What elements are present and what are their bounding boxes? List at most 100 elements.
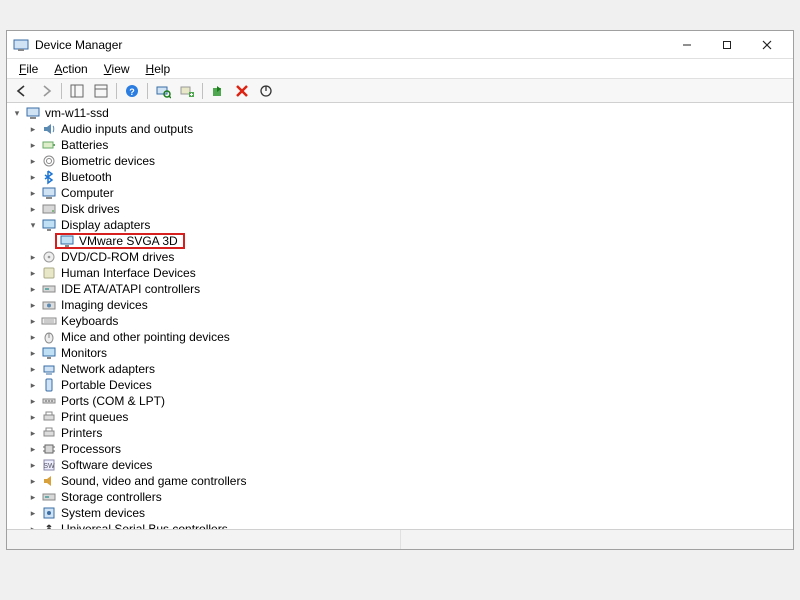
tree-category-node[interactable]: ▸ Computer xyxy=(9,185,793,201)
tree-category-node[interactable]: ▸ Print queues xyxy=(9,409,793,425)
tree-node-label: Audio inputs and outputs xyxy=(60,122,194,136)
tree-category-node[interactable]: ▸Portable Devices xyxy=(9,377,793,393)
chevron-down-icon[interactable]: ▾ xyxy=(27,219,39,231)
back-button[interactable] xyxy=(11,81,33,101)
tree-node-label: Storage controllers xyxy=(60,490,163,504)
display-adapter-icon xyxy=(59,233,75,249)
tree-category-node[interactable]: ▸Monitors xyxy=(9,345,793,361)
tree-category-node[interactable]: ▸ System devices xyxy=(9,505,793,521)
chevron-right-icon[interactable]: ▸ xyxy=(27,187,39,199)
chevron-right-icon[interactable]: ▸ xyxy=(27,331,39,343)
tree-node-label: Network adapters xyxy=(60,362,156,376)
chevron-right-icon[interactable]: ▸ xyxy=(27,299,39,311)
chevron-down-icon[interactable]: ▾ xyxy=(11,107,23,119)
menu-view[interactable]: View xyxy=(96,61,138,77)
tree-node-label: Software devices xyxy=(60,458,153,472)
tree-category-node[interactable]: ▸Disk drives xyxy=(9,201,793,217)
menu-file[interactable]: File xyxy=(11,61,46,77)
tree-node-label: Bluetooth xyxy=(60,170,113,184)
toolbar-separator xyxy=(202,83,203,99)
chevron-right-icon[interactable]: ▸ xyxy=(27,395,39,407)
window-controls xyxy=(667,31,787,59)
tree-category-node[interactable]: ▸Ports (COM & LPT) xyxy=(9,393,793,409)
device-tree[interactable]: ▾ vm-w11-ssd ▸ Audio inputs and outputs ▸ Bat… xyxy=(7,103,793,529)
show-hide-tree-button[interactable] xyxy=(66,81,88,101)
scan-hardware-button[interactable] xyxy=(152,81,174,101)
tree-node-label: Batteries xyxy=(60,138,109,152)
processor-icon xyxy=(41,441,57,457)
twisty-none xyxy=(43,235,55,247)
tree-category-node[interactable]: ▸ DVD/CD-ROM drives xyxy=(9,249,793,265)
chevron-right-icon[interactable]: ▸ xyxy=(27,203,39,215)
tree-node-label: DVD/CD-ROM drives xyxy=(60,250,175,264)
tree-node-label: IDE ATA/ATAPI controllers xyxy=(60,282,201,296)
tree-node-label: Printers xyxy=(60,426,103,440)
properties-button[interactable] xyxy=(90,81,112,101)
chevron-right-icon[interactable]: ▸ xyxy=(27,491,39,503)
close-button[interactable] xyxy=(747,31,787,59)
dvd-icon xyxy=(41,249,57,265)
tree-category-node[interactable]: ▸Universal Serial Bus controllers xyxy=(9,521,793,529)
chevron-right-icon[interactable]: ▸ xyxy=(27,283,39,295)
chevron-right-icon[interactable]: ▸ xyxy=(27,123,39,135)
minimize-button[interactable] xyxy=(667,31,707,59)
tree-node-label: Print queues xyxy=(60,410,129,424)
uninstall-device-button[interactable] xyxy=(231,81,253,101)
disable-device-button[interactable] xyxy=(255,81,277,101)
menu-help[interactable]: Help xyxy=(138,61,179,77)
tree-node-label: Keyboards xyxy=(60,314,119,328)
tree-device-node[interactable]: VMware SVGA 3D xyxy=(9,233,793,249)
tree-category-node[interactable]: ▸Processors xyxy=(9,441,793,457)
tree-category-node[interactable]: ▸SWSoftware devices xyxy=(9,457,793,473)
tree-node-label: vm-w11-ssd xyxy=(44,106,110,120)
chevron-right-icon[interactable]: ▸ xyxy=(27,507,39,519)
tree-category-node[interactable]: ▸ Biometric devices xyxy=(9,153,793,169)
tree-category-node[interactable]: ▸ Storage controllers xyxy=(9,489,793,505)
maximize-button[interactable] xyxy=(707,31,747,59)
device-manager-window: Device Manager File Action View Help xyxy=(6,30,794,550)
chevron-right-icon[interactable]: ▸ xyxy=(27,459,39,471)
titlebar: Device Manager xyxy=(7,31,793,59)
chevron-right-icon[interactable]: ▸ xyxy=(27,171,39,183)
tree-category-node[interactable]: ▸Sound, video and game controllers xyxy=(9,473,793,489)
statusbar xyxy=(7,529,793,549)
update-driver-button[interactable] xyxy=(207,81,229,101)
chevron-right-icon[interactable]: ▸ xyxy=(27,251,39,263)
tree-node-label: System devices xyxy=(60,506,146,520)
tree-node-label: Mice and other pointing devices xyxy=(60,330,231,344)
chevron-right-icon[interactable]: ▸ xyxy=(27,363,39,375)
bluetooth-icon xyxy=(41,169,57,185)
help-button[interactable]: ? xyxy=(121,81,143,101)
tree-category-node[interactable]: ▸ Keyboards xyxy=(9,313,793,329)
chevron-right-icon[interactable]: ▸ xyxy=(27,267,39,279)
keyboard-icon xyxy=(41,313,57,329)
tree-root-node[interactable]: ▾ vm-w11-ssd xyxy=(9,105,793,121)
tree-category-node[interactable]: ▸Imaging devices xyxy=(9,297,793,313)
chevron-right-icon[interactable]: ▸ xyxy=(27,139,39,151)
tree-category-node[interactable]: ▸ Bluetooth xyxy=(9,169,793,185)
forward-button[interactable] xyxy=(35,81,57,101)
tree-category-node[interactable]: ▸ Batteries xyxy=(9,137,793,153)
chevron-right-icon[interactable]: ▸ xyxy=(27,411,39,423)
tree-category-node[interactable]: ▸ IDE ATA/ATAPI controllers xyxy=(9,281,793,297)
chevron-right-icon[interactable]: ▸ xyxy=(27,475,39,487)
add-hardware-button[interactable] xyxy=(176,81,198,101)
chevron-right-icon[interactable]: ▸ xyxy=(27,315,39,327)
tree-category-node[interactable]: ▸ Network adapters xyxy=(9,361,793,377)
menu-action[interactable]: Action xyxy=(46,61,95,77)
computer-icon xyxy=(41,185,57,201)
chevron-right-icon[interactable]: ▸ xyxy=(27,347,39,359)
chevron-right-icon[interactable]: ▸ xyxy=(27,427,39,439)
tree-node-label: Biometric devices xyxy=(60,154,156,168)
tree-node-label: Computer xyxy=(60,186,115,200)
tree-category-node[interactable]: ▸Human Interface Devices xyxy=(9,265,793,281)
chevron-right-icon[interactable]: ▸ xyxy=(27,443,39,455)
tree-category-node[interactable]: ▸ Printers xyxy=(9,425,793,441)
chevron-right-icon[interactable]: ▸ xyxy=(27,379,39,391)
tree-category-node[interactable]: ▸ Audio inputs and outputs xyxy=(9,121,793,137)
chevron-right-icon[interactable]: ▸ xyxy=(27,155,39,167)
tree-category-node[interactable]: ▸ Mice and other pointing devices xyxy=(9,329,793,345)
tree-node-label: Universal Serial Bus controllers xyxy=(60,522,229,529)
tree-category-node[interactable]: ▾Display adapters xyxy=(9,217,793,233)
menubar: File Action View Help xyxy=(7,59,793,79)
